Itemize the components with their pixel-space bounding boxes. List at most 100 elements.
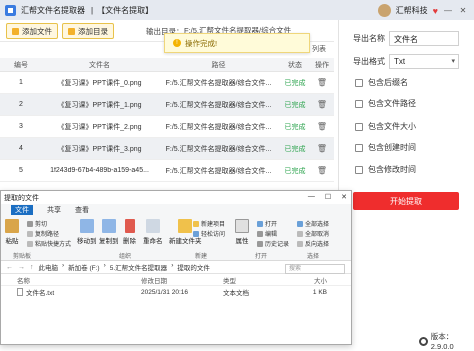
copy-to-button[interactable]: 复制到 xyxy=(99,219,119,245)
ribbon-tabs: 文件 共享 查看 xyxy=(1,204,351,215)
checkbox[interactable] xyxy=(355,143,363,152)
maximize-icon[interactable]: ☐ xyxy=(325,193,331,201)
table-row[interactable]: 3 《复习课》PPT课件_2.png F:/5.汇帮文件名提取器/综合文件...… xyxy=(0,116,334,138)
select-all-label: 全部选择 xyxy=(305,222,330,228)
paste-button[interactable]: 粘贴 xyxy=(5,219,19,245)
paste-shortcut-button[interactable]: 粘贴快捷方式 xyxy=(27,239,71,248)
edit-button[interactable]: 编辑 xyxy=(257,229,277,238)
history-icon xyxy=(257,240,263,247)
checkbox[interactable] xyxy=(355,78,363,87)
table-row[interactable]: 2 《复习课》PPT课件_1.png F:/5.汇帮文件名提取器/综合文件...… xyxy=(0,94,334,116)
option-include-size[interactable]: 包含文件大小 xyxy=(355,121,416,132)
invert-selection-button[interactable]: 反向选择 xyxy=(297,239,329,248)
option-label: 包含文件路径 xyxy=(368,99,416,108)
option-label: 包含后缀名 xyxy=(368,78,408,87)
column-header-op-top: 列表 xyxy=(312,46,326,53)
add-file-button[interactable]: 添加文件 xyxy=(6,23,58,39)
table-row[interactable]: 4 《复习课》PPT课件_3.png F:/5.汇帮文件名提取器/综合文件...… xyxy=(0,138,334,160)
forward-arrow-icon[interactable]: → xyxy=(18,264,25,271)
copy-path-button[interactable]: 复制路径 xyxy=(27,229,59,238)
select-all-button[interactable]: 全部选择 xyxy=(297,219,329,228)
ribbon: 粘贴 剪切 复制路径 粘贴快捷方式 剪贴板 移动到 复制到 删除 重命名 组织 … xyxy=(1,215,351,261)
trash-icon[interactable]: 🗑 xyxy=(310,166,334,175)
close-icon[interactable]: ✕ xyxy=(341,193,347,201)
tab-file[interactable]: 文件 xyxy=(11,204,33,215)
trash-icon[interactable]: 🗑 xyxy=(310,144,334,153)
properties-button[interactable]: 属性 xyxy=(235,219,249,245)
delete-label: 删除 xyxy=(123,238,136,245)
rename-button[interactable]: 重命名 xyxy=(143,219,163,245)
option-include-extension[interactable]: 包含后缀名 xyxy=(355,77,408,88)
tab-share[interactable]: 共享 xyxy=(47,205,61,215)
delete-button[interactable]: 删除 xyxy=(123,219,136,245)
trash-icon[interactable]: 🗑 xyxy=(310,122,334,131)
select-none-button[interactable]: 全部取消 xyxy=(297,229,329,238)
avatar[interactable] xyxy=(377,4,391,17)
tab-view[interactable]: 查看 xyxy=(75,205,89,215)
gear-icon xyxy=(419,336,428,346)
trash-icon[interactable]: 🗑 xyxy=(310,100,334,109)
column-header-name: 文件名 xyxy=(89,61,110,69)
history-button[interactable]: 历史记录 xyxy=(257,239,289,248)
title-separator: | xyxy=(91,5,94,15)
new-item-icon xyxy=(193,220,199,227)
trash-icon[interactable]: 🗑 xyxy=(310,78,334,87)
new-group-label: 新建 xyxy=(195,254,208,260)
row-index: 3 xyxy=(19,123,23,130)
copy-path-icon xyxy=(27,230,33,237)
add-dir-button[interactable]: 添加目录 xyxy=(62,23,114,39)
move-to-button[interactable]: 移动到 xyxy=(77,219,97,245)
checkbox[interactable] xyxy=(355,122,363,131)
minimize-icon[interactable]: — xyxy=(308,193,315,201)
chevron-right-icon: › xyxy=(62,262,65,269)
breadcrumb-item[interactable]: 提取的文件 xyxy=(177,262,210,272)
cut-button[interactable]: 剪切 xyxy=(27,219,47,228)
column-header-date[interactable]: 修改日期 xyxy=(141,275,223,285)
option-include-created[interactable]: 包含创建时间 xyxy=(355,142,416,153)
breadcrumb-item[interactable]: 新加卷 (F:) xyxy=(68,262,99,272)
window-controls: 汇帮科技 ♥ — ✕ xyxy=(377,4,468,17)
new-item-button[interactable]: 新建项目 xyxy=(193,219,225,228)
option-include-path[interactable]: 包含文件路径 xyxy=(355,98,416,109)
properties-label: 属性 xyxy=(235,238,249,245)
column-header-name[interactable]: 名称 xyxy=(1,275,141,285)
search-input[interactable]: 搜索 xyxy=(285,264,345,274)
row-path: F:/5.汇帮文件名提取器/综合文件... xyxy=(165,145,272,153)
list-item[interactable]: 文件名.txt 2025/1/31 20:16 文本文档 1 KB xyxy=(1,286,351,298)
heart-icon[interactable]: ♥ xyxy=(433,6,438,16)
table-header: 编号 文件名 路径 状态 操作 xyxy=(0,58,334,72)
copy-to-label: 复制到 xyxy=(99,238,119,245)
move-to-label: 移动到 xyxy=(77,238,97,245)
file-size: 1 KB xyxy=(312,288,327,296)
column-header-type[interactable]: 类型 xyxy=(223,275,277,285)
close-icon[interactable]: ✕ xyxy=(458,6,468,16)
column-header-path: 路径 xyxy=(211,61,226,69)
start-extract-button[interactable]: 开始提取 xyxy=(353,192,459,210)
open-button[interactable]: 打开 xyxy=(257,219,277,228)
checkbox[interactable] xyxy=(355,99,363,108)
up-arrow-icon[interactable]: ↑ xyxy=(30,264,34,271)
row-index: 1 xyxy=(19,79,23,86)
easy-access-button[interactable]: 轻松访问 xyxy=(193,229,225,238)
table-row[interactable]: 5 1f243d9-67b4-489b-a159-a45... F:/5.汇帮文… xyxy=(0,160,334,182)
app-title: 汇帮文件名提取器 xyxy=(21,5,85,15)
option-label: 包含创建时间 xyxy=(368,143,416,152)
table-row[interactable]: 1 《复习课》PPT课件_0.png F:/5.汇帮文件名提取器/综合文件...… xyxy=(0,72,334,94)
breadcrumb-item[interactable]: 此电脑 xyxy=(39,262,59,272)
row-path: F:/5.汇帮文件名提取器/综合文件... xyxy=(165,123,272,131)
brand-name: 汇帮科技 xyxy=(395,6,428,15)
back-arrow-icon[interactable]: ← xyxy=(6,264,13,271)
export-name-label: 导出名称 xyxy=(353,34,385,43)
minimize-icon[interactable]: — xyxy=(443,6,453,16)
export-name-field[interactable]: 文件名 xyxy=(389,31,459,46)
checkbox[interactable] xyxy=(355,165,363,174)
export-format-select[interactable]: Txt ▾ xyxy=(389,54,459,69)
column-header-size[interactable]: 大小 xyxy=(277,275,327,285)
row-filename: 《复习课》PPT课件_2.png xyxy=(57,123,142,131)
breadcrumb-item[interactable]: 5.汇帮文件名提取器 xyxy=(110,262,167,272)
chevron-down-icon: ▾ xyxy=(451,58,455,65)
rename-icon xyxy=(145,219,160,233)
copy-to-icon xyxy=(101,219,116,233)
row-status: 已完成 xyxy=(284,101,306,109)
option-include-modified[interactable]: 包含修改时间 xyxy=(355,164,416,175)
